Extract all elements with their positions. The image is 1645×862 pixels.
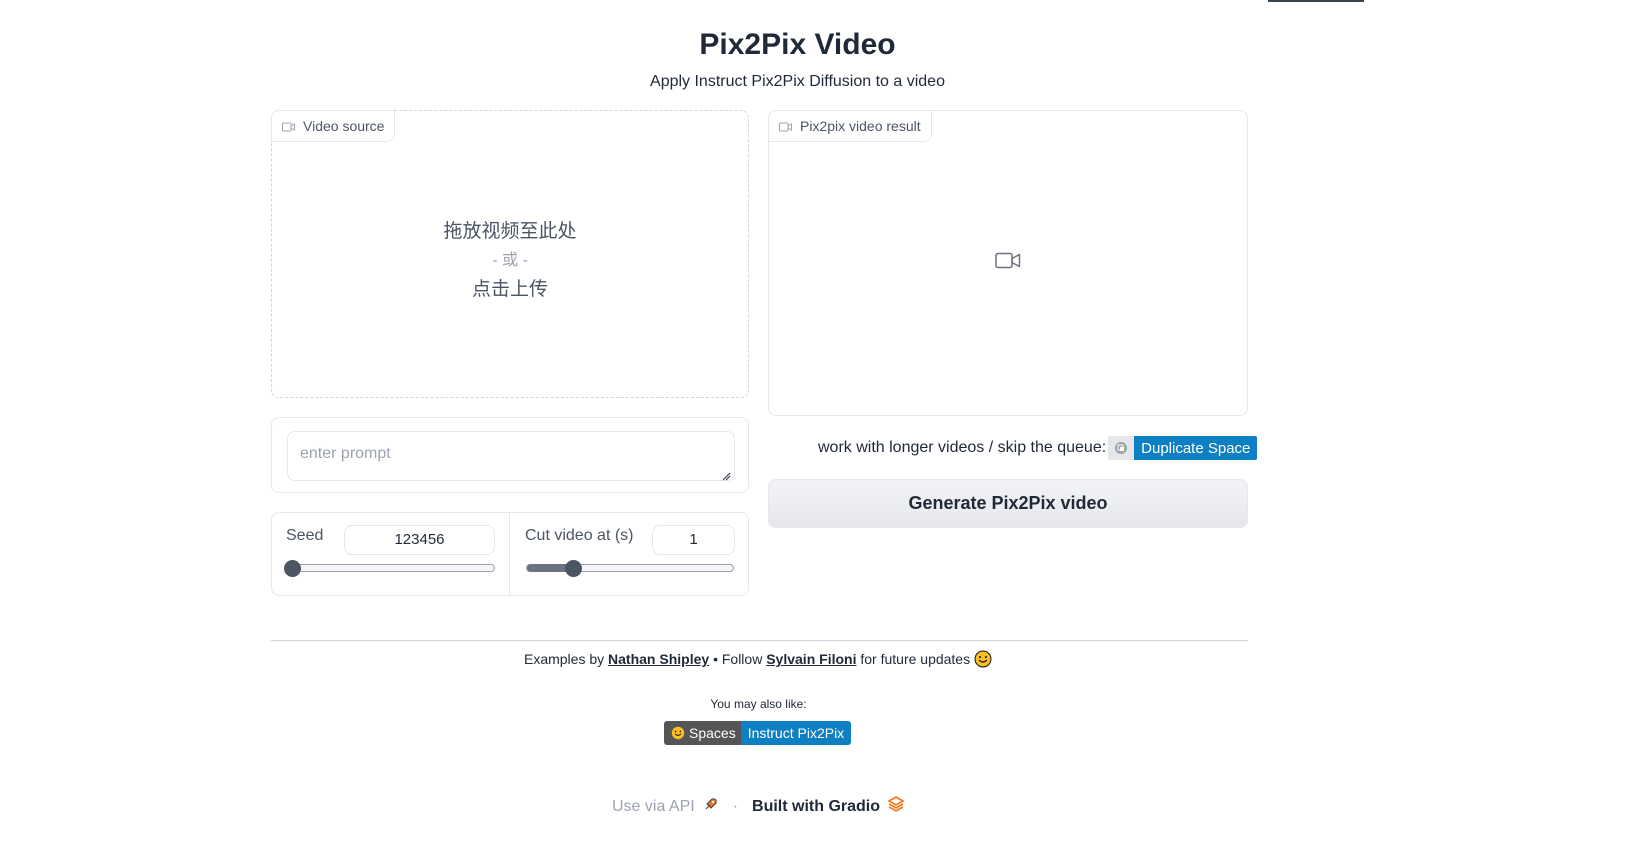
use-via-api-text: Use via API xyxy=(611,797,695,815)
built-with-gradio-link[interactable]: Built with Gradio xyxy=(752,798,880,816)
follow-text: Follow xyxy=(721,651,763,667)
hugging-face-icon xyxy=(671,726,685,740)
cut-number-input[interactable]: 1 xyxy=(652,525,735,555)
seed-number-input[interactable]: 123456 xyxy=(344,525,495,555)
nathan-shipley-link[interactable]: Nathan Shipley xyxy=(608,651,709,667)
upload-instructions: 拖放视频至此处 - 或 - 点击上传 xyxy=(272,217,748,304)
seed-control: Seed 123456 xyxy=(272,513,510,595)
prompt-placeholder: enter prompt xyxy=(300,445,391,462)
prompt-panel: enter prompt xyxy=(271,417,749,493)
examples-by-text: Examples by xyxy=(523,651,605,667)
sylvain-filoni-link[interactable]: Sylvain Filoni xyxy=(766,651,856,667)
prompt-input[interactable]: enter prompt xyxy=(287,431,735,481)
rocket-icon xyxy=(703,796,719,817)
video-source-dropzone[interactable]: Video source 拖放视频至此处 - 或 - 点击上传 xyxy=(271,110,749,398)
seed-label: Seed xyxy=(286,527,324,544)
also-like-text: You may also like: xyxy=(710,697,807,711)
built-with-gradio-text: Built with Gradio xyxy=(752,797,881,815)
gradio-logo-icon xyxy=(887,796,905,817)
bullet-separator: • xyxy=(713,651,718,667)
queue-text: work with longer videos / skip the queue… xyxy=(818,439,1107,456)
instruct-pix2pix-badge[interactable]: Spaces Instruct Pix2Pix xyxy=(664,721,852,745)
video-camera-icon xyxy=(779,122,792,131)
hugging-face-icon xyxy=(974,650,992,668)
spaces-badge-left: Spaces xyxy=(664,721,741,745)
page-title: Pix2Pix Video xyxy=(699,28,896,61)
queue-notice: work with longer videos / skip the queue… xyxy=(818,436,1258,460)
duplicate-space-label: Duplicate Space xyxy=(1134,436,1258,460)
click-upload-text: 点击上传 xyxy=(471,279,548,300)
cut-label: Cut video at (s) xyxy=(525,527,634,544)
use-via-api-link[interactable]: Use via API xyxy=(612,798,695,816)
video-result-label-text: Pix2pix video result xyxy=(800,118,921,134)
footer-separator: · xyxy=(732,797,739,815)
seed-slider-thumb[interactable] xyxy=(284,560,301,577)
or-separator: - 或 - xyxy=(492,252,528,269)
resize-handle-icon[interactable] xyxy=(722,468,731,481)
sliders-panel: Seed 123456 Cut video at (s) 1 xyxy=(271,512,749,596)
generate-button[interactable]: Generate Pix2Pix video xyxy=(768,479,1248,528)
instruct-pix2pix-label: Instruct Pix2Pix xyxy=(740,721,852,745)
updates-text: for future updates xyxy=(860,651,971,667)
seed-slider[interactable] xyxy=(284,560,495,577)
video-result-panel: Pix2pix video result xyxy=(768,110,1248,416)
cut-slider-thumb[interactable] xyxy=(565,560,582,577)
duplicate-icon xyxy=(1108,436,1135,460)
duplicate-space-badge[interactable]: Duplicate Space xyxy=(1108,436,1258,460)
spaces-label: Spaces xyxy=(689,725,736,741)
video-result-label: Pix2pix video result xyxy=(768,110,932,142)
video-source-label: Video source xyxy=(271,110,396,142)
video-camera-icon xyxy=(282,122,295,131)
page-footer: Use via API · Built with Gradio xyxy=(0,796,1516,817)
divider xyxy=(271,640,1248,641)
video-placeholder-icon xyxy=(995,252,1021,275)
page-subtitle: Apply Instruct Pix2Pix Diffusion to a vi… xyxy=(650,73,945,90)
video-source-label-text: Video source xyxy=(303,118,385,134)
drop-here-text: 拖放视频至此处 xyxy=(443,221,577,242)
cut-control: Cut video at (s) 1 xyxy=(511,513,749,595)
top-rule xyxy=(1268,0,1364,2)
credits-line: Examples by Nathan Shipley • Follow Sylv… xyxy=(0,650,1516,668)
cut-slider[interactable] xyxy=(526,560,734,577)
